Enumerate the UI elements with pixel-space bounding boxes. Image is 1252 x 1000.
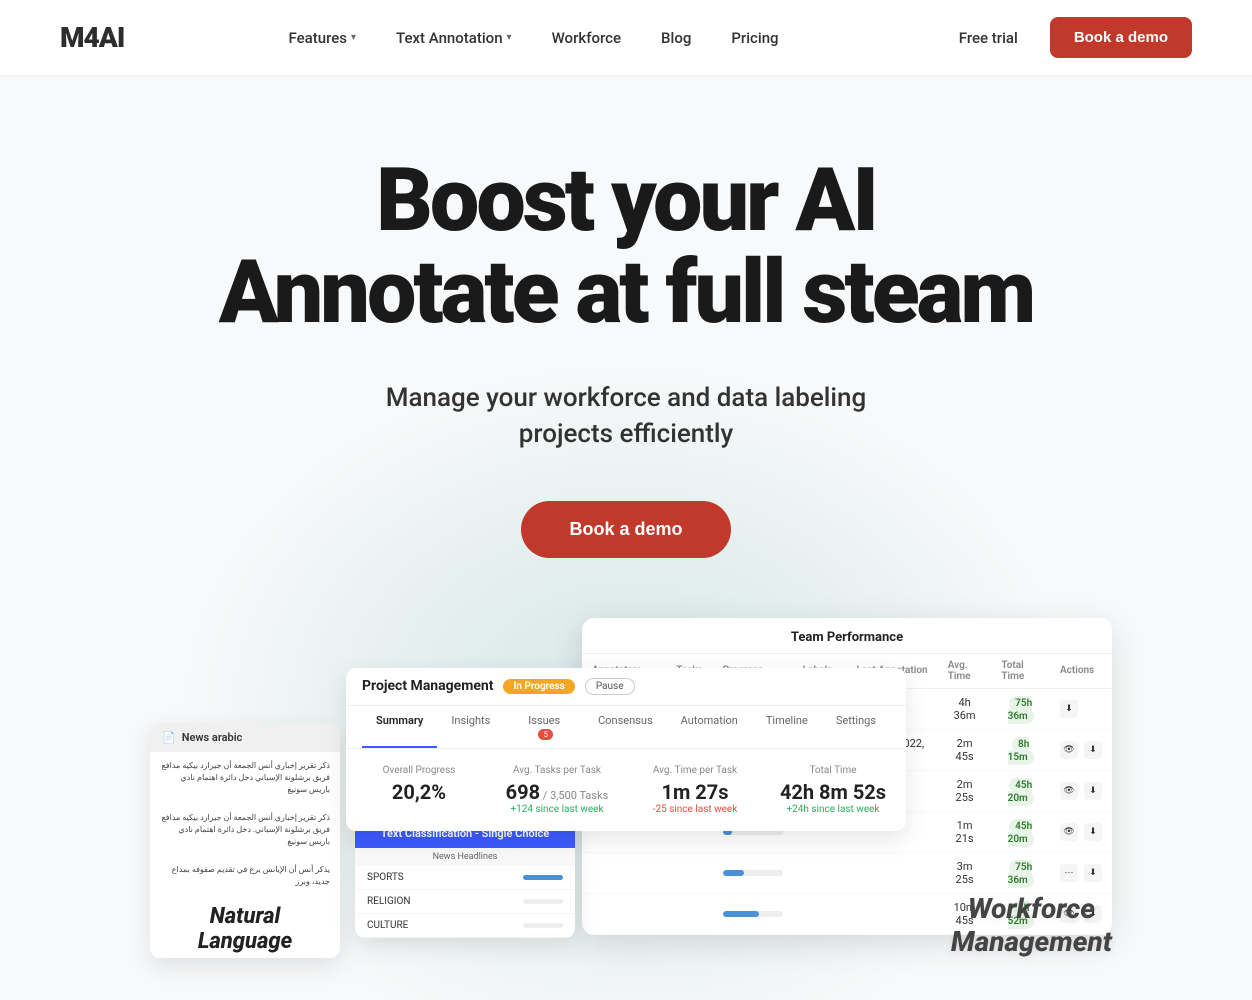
nav-features[interactable]: Features ▾ [273, 21, 373, 55]
project-tabs: Summary Insights Issues 5 Consensus Auto… [346, 706, 906, 749]
nav-links: Features ▾ Text Annotation ▾ Workforce B… [273, 21, 795, 55]
nlp-body: ذكر تقرير إخباري أنس الجمعة أن جيرارد بي… [150, 752, 340, 804]
nlp-card: 📄 News arabic ذكر تقرير إخباري أنس الجمع… [150, 723, 340, 958]
classify-option-culture[interactable]: CULTURE [355, 914, 575, 938]
col-total-time: Total Time [991, 654, 1050, 689]
hero-section: Boost your AI Annotate at full steam Man… [0, 75, 1252, 1000]
workforce-management-label: WorkforceManagement [951, 892, 1112, 958]
classify-option-sports[interactable]: SPORTS [355, 866, 575, 890]
tab-consensus[interactable]: Consensus [584, 706, 667, 748]
team-performance-title: Team Performance [582, 618, 1112, 654]
issues-badge: 5 [538, 729, 553, 740]
screenshots-area: Team Performance Annotators Tasks Progre… [60, 618, 1192, 958]
stat-avg-time: Avg. Time per Task 1m 27s -25 since last… [638, 765, 752, 815]
download-icon[interactable]: ⬇ [1084, 864, 1102, 882]
nlp-label: Natural Language [150, 896, 340, 958]
nav-blog[interactable]: Blog [645, 21, 707, 55]
classify-option-religion[interactable]: RELIGION [355, 890, 575, 914]
classification-card: Text Classification - Single Choice News… [355, 819, 575, 938]
project-header: Project Management In Progress Pause [346, 668, 906, 706]
book-demo-button-nav[interactable]: Book a demo [1050, 17, 1192, 58]
project-management-card: Project Management In Progress Pause Sum… [346, 668, 906, 831]
stat-total-time: Total Time 42h 8m 52s +24h since last we… [776, 765, 890, 815]
tab-timeline[interactable]: Timeline [752, 706, 822, 748]
nav-cta-group: Free trial Book a demo [943, 17, 1192, 58]
download-icon[interactable]: ⬇ [1084, 741, 1102, 759]
download-icon[interactable]: ⬇ [1084, 782, 1102, 800]
download-icon[interactable]: ⬇ [1060, 700, 1078, 718]
hero-subtitle: Manage your workforce and data labelingp… [60, 380, 1192, 453]
status-badge: In Progress [503, 679, 574, 694]
book-demo-button-hero[interactable]: Book a demo [521, 501, 730, 558]
nav-workforce[interactable]: Workforce [536, 21, 637, 55]
view-icon[interactable]: 👁 [1060, 782, 1078, 800]
tab-settings[interactable]: Settings [822, 706, 890, 748]
navbar: M4AI Features ▾ Text Annotation ▾ Workfo… [0, 0, 1252, 75]
hero-title: Boost your AI Annotate at full steam [60, 155, 1192, 340]
nlp-body-2: ذكر تقرير إخباري أنس الجمعة أن جيرارد بي… [150, 804, 340, 856]
col-actions: Actions [1050, 654, 1112, 689]
hero-content: Boost your AI Annotate at full steam Man… [60, 155, 1192, 618]
col-avg-time: Avg. Time [938, 654, 992, 689]
chevron-down-icon: ▾ [507, 32, 512, 43]
view-icon[interactable]: 👁 [1060, 823, 1078, 841]
nlp-header: 📄 News arabic [150, 723, 340, 752]
classify-title: News Headlines [355, 848, 575, 866]
table-row: 3m 25s 75h 36m ⋯⬇ [582, 852, 1112, 893]
tab-insights[interactable]: Insights [437, 706, 504, 748]
download-icon[interactable]: ⬇ [1084, 823, 1102, 841]
pause-badge[interactable]: Pause [585, 678, 635, 695]
tab-issues[interactable]: Issues 5 [504, 706, 584, 748]
project-title: Project Management [362, 678, 493, 694]
more-icon[interactable]: ⋯ [1060, 864, 1078, 882]
logo[interactable]: M4AI [60, 21, 124, 54]
document-icon: 📄 [162, 731, 176, 744]
project-stats: Overall Progress 20,2% Avg. Tasks per Ta… [346, 749, 906, 831]
stat-tasks: Avg. Tasks per Task 698 / 3,500 Tasks +1… [500, 765, 614, 815]
chevron-down-icon: ▾ [351, 32, 356, 43]
view-icon[interactable]: 👁 [1060, 741, 1078, 759]
free-trial-link[interactable]: Free trial [943, 21, 1034, 55]
nav-pricing[interactable]: Pricing [715, 21, 794, 55]
stat-overall-progress: Overall Progress 20,2% [362, 765, 476, 815]
nlp-body-3: يذكر أنس أن الإيانس برع في تقديم صفوفه ب… [150, 856, 340, 896]
nav-text-annotation[interactable]: Text Annotation ▾ [380, 21, 528, 55]
tab-automation[interactable]: Automation [667, 706, 752, 748]
tab-summary[interactable]: Summary [362, 706, 437, 748]
